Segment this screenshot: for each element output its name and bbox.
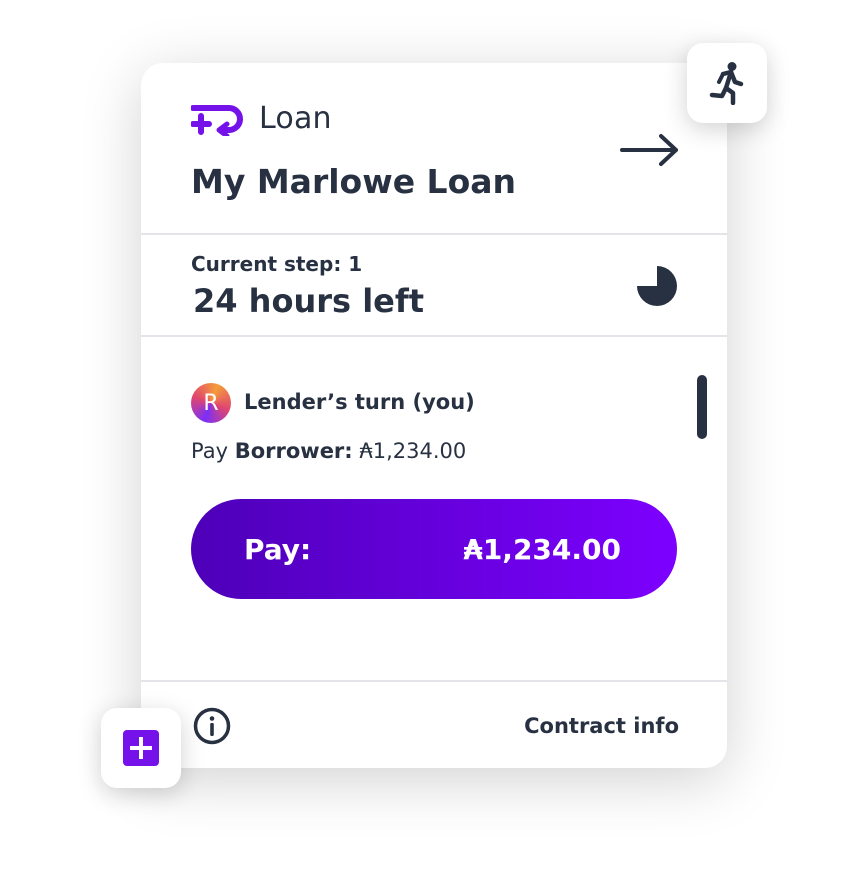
turn-label: Lender’s turn (you) — [244, 390, 475, 414]
avatar: R — [191, 383, 231, 423]
add-contract-button[interactable] — [101, 708, 181, 788]
contract-card: Loan My Marlowe Loan Current step: 1 24 … — [141, 63, 727, 768]
contract-info-link[interactable]: Contract info — [524, 714, 679, 738]
pay-party: Borrower: — [234, 439, 353, 463]
pay-prefix: Pay — [191, 439, 229, 463]
contract-type: Loan — [191, 101, 332, 136]
running-person-icon — [709, 62, 744, 105]
pay-button[interactable]: Pay: ₳1,234.00 — [191, 499, 677, 599]
running-action-button[interactable] — [687, 43, 767, 123]
info-icon[interactable] — [193, 707, 231, 745]
divider — [141, 233, 727, 235]
pie-timer-icon — [637, 266, 677, 306]
scrollbar[interactable] — [697, 375, 707, 439]
contract-type-label: Loan — [259, 101, 332, 136]
contract-title: My Marlowe Loan — [191, 162, 517, 201]
divider — [141, 680, 727, 682]
pay-button-amount: ₳1,234.00 — [463, 533, 621, 566]
arrow-right-icon[interactable] — [620, 133, 680, 167]
current-step: Current step: 1 — [191, 252, 363, 276]
plus-icon — [123, 730, 159, 766]
pay-amount: ₳1,234.00 — [359, 439, 467, 463]
pay-description: Pay Borrower: ₳1,234.00 — [191, 439, 466, 463]
pay-button-label: Pay: — [244, 533, 312, 566]
time-left: 24 hours left — [193, 282, 425, 320]
divider — [141, 335, 727, 337]
marlowe-loan-logo-icon — [191, 104, 243, 136]
